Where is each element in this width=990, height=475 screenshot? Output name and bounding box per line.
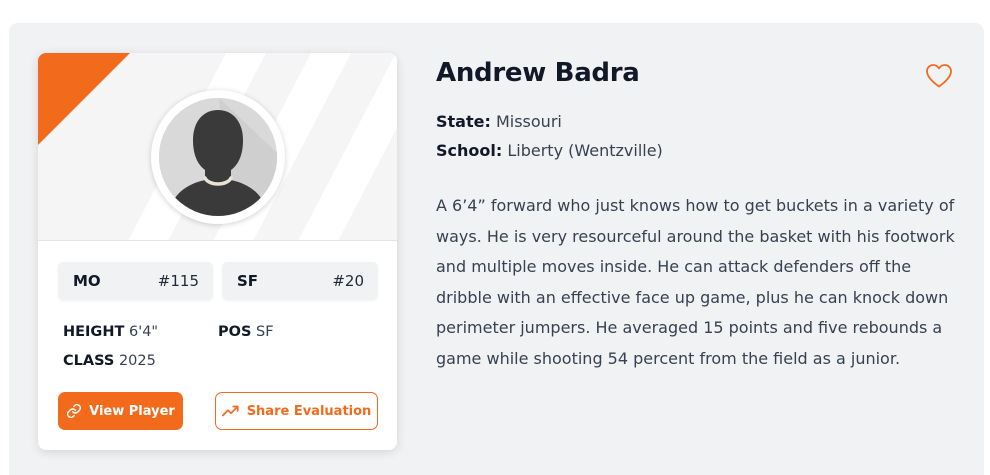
player-school: School: Liberty (Wentzville) [436,141,663,160]
trending-up-icon [221,404,240,418]
position-abbr: SF [237,272,259,290]
state-rank-chip: MO #115 [58,262,213,300]
avatar [151,90,285,224]
class-value: 2025 [118,353,156,369]
state-rank: #115 [157,272,199,290]
default-avatar-icon [159,98,277,216]
position-rank: #20 [332,272,364,290]
state-value: Missouri [495,112,562,131]
share-evaluation-button[interactable]: Share Evaluation [215,392,378,430]
state-label: State: [436,112,491,131]
share-evaluation-label: Share Evaluation [246,403,372,419]
player-name: Andrew Badra [436,58,640,88]
height-stat: HEIGHT 6'4" [63,324,158,340]
view-player-label: View Player [89,403,175,419]
class-label: CLASS [63,353,115,369]
link-icon [66,403,82,419]
position-stat: POS SF [218,324,274,340]
school-label: School: [436,141,503,160]
pos-value: SF [256,324,274,340]
player-state: State: Missouri [436,112,562,131]
position-rank-chip: SF #20 [222,262,378,300]
class-stat: CLASS 2025 [63,353,156,369]
card-header [38,53,397,241]
heart-icon[interactable] [925,63,953,89]
height-value: 6'4" [128,324,159,340]
state-abbr: MO [73,272,101,290]
view-player-button[interactable]: View Player [58,392,183,430]
pos-label: POS [218,324,252,340]
school-value: Liberty (Wentzville) [507,141,663,160]
height-label: HEIGHT [63,324,125,340]
player-evaluation-text: A 6’4” forward who just knows how to get… [436,196,955,368]
player-card: MO #115 SF #20 HEIGHT 6'4" POS SF CLASS … [38,53,397,450]
